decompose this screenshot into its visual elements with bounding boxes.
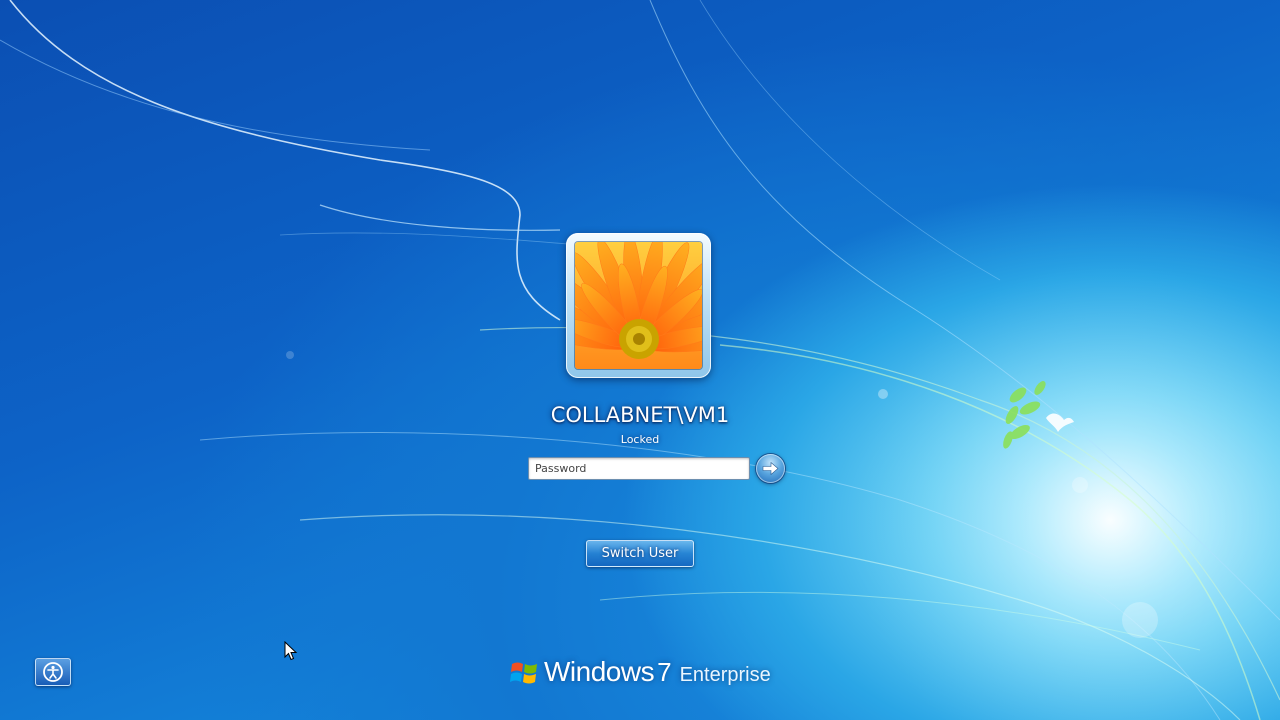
user-avatar (575, 242, 702, 369)
brand-product: Windows (544, 656, 655, 687)
arrow-right-icon (762, 461, 779, 476)
brand-edition: Enterprise (679, 664, 771, 686)
windows-logo-icon (510, 662, 537, 684)
brand-version: 7 (657, 657, 672, 687)
ease-of-access-button[interactable] (35, 658, 71, 686)
user-tile (566, 233, 711, 378)
flower-avatar-image (575, 242, 702, 369)
account-status: Locked (620, 433, 660, 446)
ease-of-access-icon (43, 662, 63, 682)
switch-user-button[interactable]: Switch User (586, 540, 694, 567)
submit-login-button[interactable] (756, 454, 785, 483)
password-field[interactable] (528, 457, 750, 480)
account-name: COLLABNET\VM1 (550, 403, 730, 427)
mouse-cursor-icon (284, 641, 298, 661)
windows-branding: Windows 7 Enterprise (510, 655, 771, 695)
